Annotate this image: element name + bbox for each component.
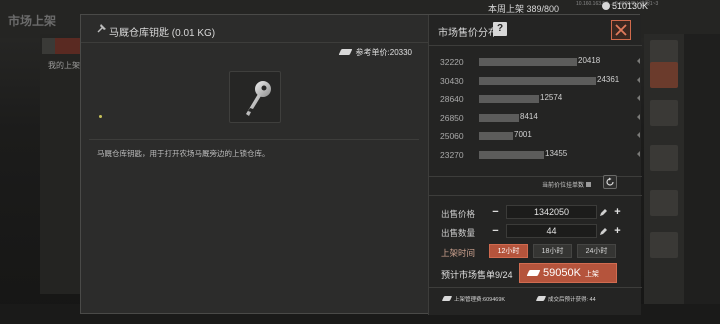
lowest-price-label: 当前价位挂单数: [542, 180, 592, 189]
bar-data-label: 13455: [545, 148, 568, 158]
bar-data-label: 8414: [520, 111, 538, 121]
item-title: 马厩仓库钥匙 (0.01 KG): [109, 28, 216, 39]
indicator-dot: [99, 115, 102, 118]
currency-icon: [535, 296, 547, 301]
listing-fee-text: 上架管理费:609469K: [454, 297, 506, 303]
price-input[interactable]: 1342050: [506, 205, 597, 219]
quantity-increase-button[interactable]: +: [611, 225, 624, 238]
price-tick-label: 26850: [440, 112, 464, 123]
list-action-label: 上架: [584, 271, 599, 278]
price-increase-button[interactable]: +: [611, 206, 624, 219]
market-pane: 市场售价分布 ? 32220 20418 30430 24361 28640 12574 2…: [428, 15, 642, 315]
list-amount: 59050K: [543, 267, 581, 279]
currency-icon: [526, 270, 541, 276]
listing-time-label: 上架时间: [441, 248, 476, 258]
close-icon: [615, 24, 627, 36]
quantity-decrease-button[interactable]: −: [489, 225, 502, 238]
item-pane: 马厩仓库钥匙 (0.01 KG) 参考单价:20330 马厩仓库钥匙，用于打开农…: [81, 15, 428, 315]
time-option-24h[interactable]: 24小时: [577, 244, 616, 258]
price-row[interactable]: 32220 20418: [429, 54, 642, 70]
row-arrow-icon: [637, 76, 640, 83]
quantity-label: 出售数量: [441, 228, 476, 238]
price-tick-label: 30430: [440, 75, 464, 86]
row-arrow-icon: [637, 58, 640, 64]
price-bar: [479, 113, 519, 122]
expected-income-text: 成交后预计获得: 44: [548, 297, 596, 303]
currency-icon: [338, 49, 352, 55]
key-icon: [246, 81, 271, 116]
background-left-panel: [40, 34, 80, 294]
price-tick-label: 32220: [440, 57, 464, 67]
currency-display: 510130K: [602, 1, 648, 11]
side-icon-5: [650, 232, 678, 258]
background-left-text: 我的上架: [48, 61, 80, 70]
refresh-icon: [606, 177, 614, 186]
background-tab-active: [55, 38, 80, 54]
edit-icon[interactable]: [599, 227, 608, 236]
price-tick-label: 25060: [440, 131, 464, 141]
background-right-strip: [684, 34, 720, 324]
price-row[interactable]: 30430 24361: [429, 73, 642, 89]
price-label: 出售价格: [441, 209, 476, 219]
estimate-label: 预计市场售单9/24: [441, 270, 513, 280]
item-description: 马厩仓库钥匙，用于打开农场马厩旁边的上锁仓库。: [97, 149, 270, 158]
price-distribution-chart: 32220 20418 30430 24361 28640 12574 26850 8414 2…: [429, 45, 642, 177]
currency-icon: [441, 296, 453, 301]
bar-data-label: 7001: [514, 130, 532, 139]
side-icon-active: [650, 62, 678, 88]
price-bar: [479, 150, 544, 159]
listing-fee: 上架管理费:609469K: [441, 295, 506, 303]
row-arrow-icon: [637, 132, 640, 138]
reference-price: 参考单价:20330: [338, 47, 412, 58]
item-header: 马厩仓库钥匙 (0.01 KG): [81, 15, 428, 43]
coin-icon: [602, 2, 610, 10]
price-row[interactable]: 28640 12574: [429, 91, 642, 107]
price-row[interactable]: 23270 13455: [429, 147, 642, 163]
time-option-12h[interactable]: 12小时: [489, 244, 528, 258]
row-arrow-icon: [637, 113, 640, 120]
lowest-price-text: 当前价位挂单数: [542, 183, 585, 189]
listing-dialog: 马厩仓库钥匙 (0.01 KG) 参考单价:20330 马厩仓库钥匙，用于打开农…: [80, 14, 642, 315]
list-button[interactable]: 59050K 上架: [519, 263, 617, 283]
price-tick-label: 28640: [440, 94, 464, 104]
side-icon-3: [650, 145, 678, 171]
side-icon-4: [650, 190, 678, 216]
price-row[interactable]: 25060 7001: [429, 128, 642, 144]
price-bar: [479, 132, 513, 140]
price-row[interactable]: 26850 8414: [429, 110, 642, 126]
price-bar: [479, 58, 577, 66]
item-image-frame: [229, 71, 281, 123]
bar-data-label: 20418: [578, 56, 601, 65]
bar-data-label: 24361: [597, 74, 620, 84]
close-button[interactable]: [611, 20, 631, 40]
reference-price-text: 参考单价:20330: [355, 48, 412, 57]
quantity-input[interactable]: 44: [506, 224, 597, 238]
divider: [429, 287, 642, 288]
price-bar: [479, 95, 539, 103]
row-arrow-icon: [637, 95, 640, 101]
edit-icon[interactable]: [599, 208, 608, 217]
price-tick-label: 23270: [440, 149, 464, 160]
expected-income: 成交后预计获得: 44: [535, 295, 596, 303]
tool-icon: [97, 24, 106, 33]
listing-icon: [586, 182, 592, 187]
divider: [89, 139, 419, 140]
market-header: 市场售价分布 ?: [429, 15, 642, 43]
divider: [429, 195, 642, 196]
refresh-button[interactable]: [603, 175, 617, 189]
time-option-18h[interactable]: 18小时: [533, 244, 572, 258]
bar-data-label: 12574: [540, 93, 563, 102]
price-decrease-button[interactable]: −: [489, 206, 502, 219]
market-title: 市场售价分布: [438, 28, 498, 39]
price-bar: [479, 76, 596, 85]
currency-amount: 510130K: [612, 1, 649, 11]
row-arrow-icon: [637, 150, 640, 157]
side-icon-2: [650, 100, 678, 126]
help-icon[interactable]: ?: [493, 22, 507, 36]
background-title: 市场上架: [8, 14, 57, 28]
